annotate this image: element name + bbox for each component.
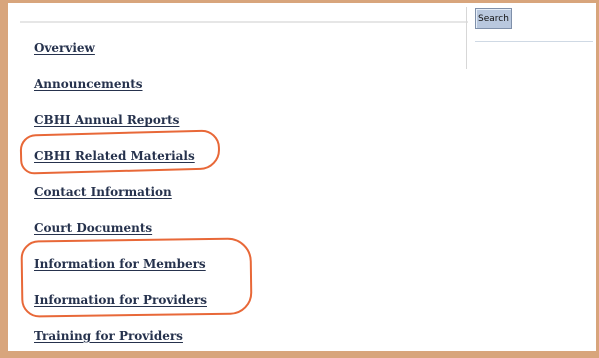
nav-link-information-for-providers[interactable]: Information for Providers	[34, 292, 207, 308]
nav-item: Court Documents	[34, 217, 434, 253]
nav-item: Information for Members	[34, 253, 434, 289]
nav-item: Overview	[34, 37, 434, 73]
nav-link-overview[interactable]: Overview	[34, 40, 95, 56]
nav-link-information-for-members[interactable]: Information for Members	[34, 256, 206, 272]
column-divider	[466, 7, 467, 69]
nav-link-cbhi-related-materials[interactable]: CBHI Related Materials	[34, 148, 195, 164]
nav-link-training-for-providers[interactable]: Training for Providers	[34, 328, 183, 344]
nav-item: Contact Information	[34, 181, 434, 217]
search-button[interactable]: Search	[475, 8, 512, 29]
side-nav: Overview Announcements CBHI Annual Repor…	[34, 37, 434, 351]
nav-item: Training for Providers	[34, 325, 434, 351]
top-divider	[20, 21, 468, 23]
nav-link-court-documents[interactable]: Court Documents	[34, 220, 152, 236]
nav-item: CBHI Related Materials	[34, 145, 434, 181]
nav-link-announcements[interactable]: Announcements	[34, 76, 143, 92]
page-panel: Search Overview Announcements CBHI Annua…	[8, 3, 596, 351]
nav-item: CBHI Annual Reports	[34, 109, 434, 145]
nav-item: Information for Providers	[34, 289, 434, 325]
nav-link-cbhi-annual-reports[interactable]: CBHI Annual Reports	[34, 112, 179, 128]
nav-link-contact-information[interactable]: Contact Information	[34, 184, 172, 200]
nav-item: Announcements	[34, 73, 434, 109]
search-divider	[475, 41, 593, 42]
